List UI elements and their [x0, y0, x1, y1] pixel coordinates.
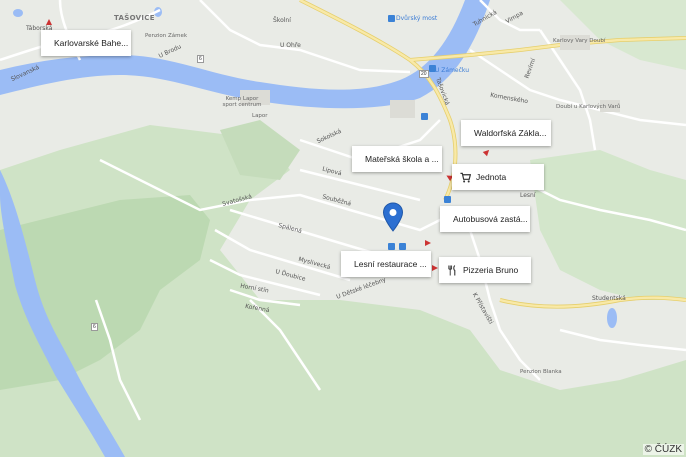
poi-label: Karlovarské Bahe...: [54, 38, 129, 48]
place-label: Karlovy Vary Doubí: [553, 38, 606, 44]
road-number: 20: [419, 70, 429, 78]
poi-materska[interactable]: Mateřská škola a ...: [352, 146, 442, 172]
poi-label: Pizzeria Bruno: [463, 265, 519, 275]
direction-arrow-icon: [425, 240, 431, 246]
poi-karlovarske[interactable]: Karlovarské Bahe...: [41, 30, 131, 56]
area-label-tasovice: TAŠOVICE: [114, 14, 155, 22]
map-canvas[interactable]: TAŠOVICE Táborská U Brodu Slovanská U Oh…: [0, 0, 686, 457]
street-label: U Ohře: [280, 42, 301, 49]
poi-pizzeria[interactable]: Pizzeria Bruno: [439, 257, 531, 283]
place-label: U Zámečku: [435, 67, 470, 74]
parking-marker[interactable]: [399, 243, 406, 250]
road-number: 6: [197, 55, 204, 63]
street-label: Studentská: [592, 295, 626, 302]
cart-icon: [460, 172, 471, 182]
map-base-layer: [0, 0, 686, 457]
bus-stop-marker[interactable]: [388, 15, 395, 22]
poi-jednota[interactable]: Jednota: [452, 164, 544, 190]
parking-marker[interactable]: [388, 243, 395, 250]
poi-autobusova[interactable]: Autobusová zastá...: [440, 206, 530, 232]
parking-marker[interactable]: [444, 196, 451, 203]
poi-label: Lesní restaurace ...: [354, 259, 427, 269]
restaurant-icon: [448, 264, 456, 276]
place-label: Doubí u Karlových Varů: [556, 104, 621, 110]
poi-label: Jednota: [476, 172, 507, 182]
bus-stop-marker[interactable]: [429, 65, 436, 72]
parking-marker[interactable]: [421, 113, 428, 120]
poi-label: Waldorfská Zákla...: [474, 128, 547, 138]
location-pin-icon[interactable]: [382, 202, 404, 232]
poi-label: Mateřská škola a ...: [365, 154, 439, 164]
place-label: Penzion Zámek: [145, 33, 188, 39]
place-label: Kemp Lapor sport centrum: [222, 96, 262, 108]
road-number: 6: [91, 323, 98, 331]
place-label: Dvůrský most: [396, 15, 438, 22]
street-label: Školní: [273, 17, 291, 24]
poi-label: Autobusová zastá...: [453, 214, 528, 224]
direction-arrow-icon: [432, 265, 438, 271]
direction-arrow-icon: [46, 19, 52, 25]
attribution: © ČÚZK: [642, 444, 684, 455]
poi-waldorfska[interactable]: Waldorfská Zákla...: [461, 120, 551, 146]
place-label: Penzion Blanka: [520, 369, 562, 375]
place-label: Lapor: [252, 113, 268, 119]
poi-lesni[interactable]: Lesní restaurace ...: [341, 251, 431, 277]
street-label: Lesní: [520, 192, 536, 199]
